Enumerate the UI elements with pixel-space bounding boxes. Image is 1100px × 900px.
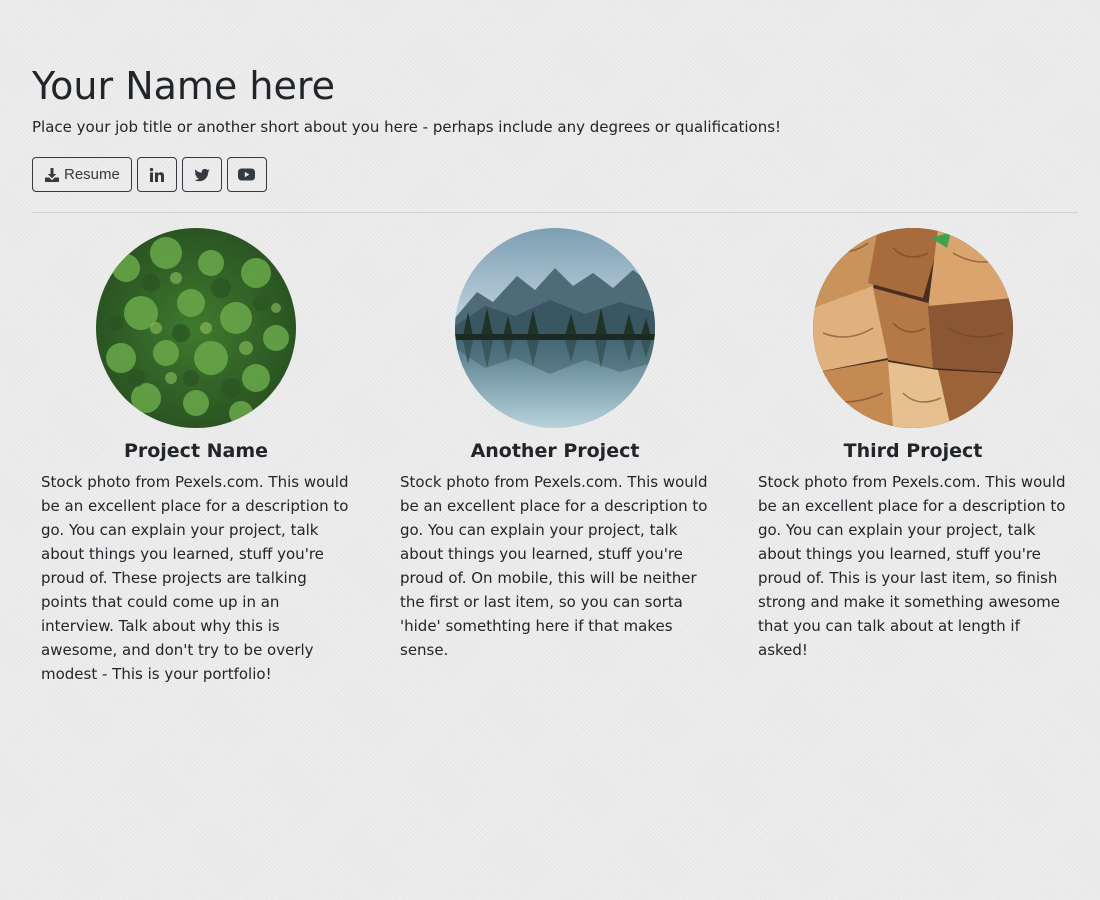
mountain-lake-photo [455, 228, 655, 428]
twitter-icon [194, 167, 210, 183]
project-card-3: Third Project Stock photo from Pexels.co… [748, 228, 1078, 662]
header: Your Name here Place your job title or a… [32, 60, 1072, 137]
project-card-1: Project Name Stock photo from Pexels.com… [31, 228, 361, 686]
project-description: Stock photo from Pexels.com. This would … [400, 473, 708, 659]
project-description: Stock photo from Pexels.com. This would … [41, 473, 349, 683]
button-group: Resume [32, 157, 267, 192]
project-description: Stock photo from Pexels.com. This would … [758, 473, 1066, 659]
linkedin-button[interactable] [136, 157, 177, 192]
linkedin-icon [149, 167, 165, 183]
youtube-icon [238, 168, 256, 181]
download-icon [44, 167, 60, 183]
divider [32, 212, 1078, 213]
forest-aerial-photo [96, 228, 296, 428]
project-card-2: Another Project Stock photo from Pexels.… [390, 228, 720, 662]
page-title: Your Name here [32, 64, 336, 108]
firewood-photo [813, 228, 1013, 428]
youtube-button[interactable] [226, 157, 267, 192]
portfolio-page: Your Name here Place your job title or a… [0, 0, 1100, 900]
resume-button-label: Resume [64, 166, 120, 183]
project-title: Another Project [470, 440, 640, 462]
project-title: Third Project [843, 440, 983, 462]
resume-button[interactable]: Resume [32, 157, 132, 192]
twitter-button[interactable] [181, 157, 222, 192]
project-title: Project Name [123, 440, 269, 462]
tagline: Place your job title or another short ab… [32, 118, 782, 136]
